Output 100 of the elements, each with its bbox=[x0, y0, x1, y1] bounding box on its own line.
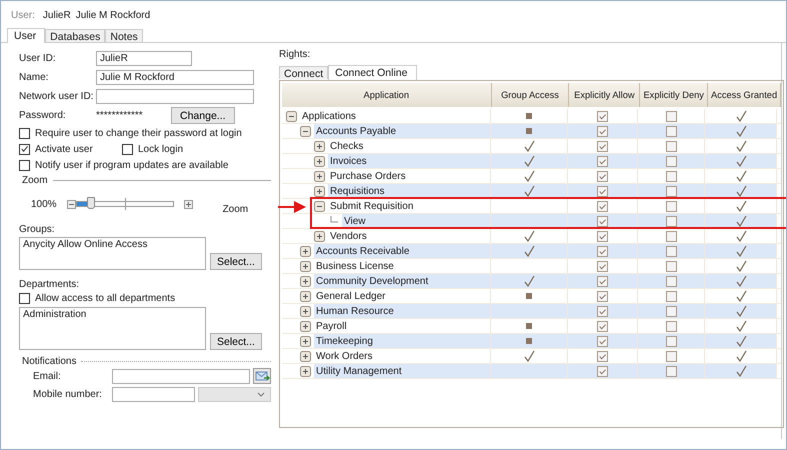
column-header[interactable]: Access Granted bbox=[708, 83, 781, 107]
zoom-out-icon[interactable] bbox=[66, 200, 76, 208]
expand-icon[interactable] bbox=[314, 230, 325, 242]
checkbox[interactable] bbox=[597, 366, 608, 376]
tab[interactable]: Connect bbox=[279, 66, 328, 79]
tree-item[interactable]: Submit Requisition bbox=[328, 199, 490, 213]
user-id-field[interactable]: JulieR bbox=[96, 51, 192, 66]
tree-item[interactable]: Work Orders bbox=[314, 349, 490, 363]
tree-item[interactable]: Payroll bbox=[314, 319, 490, 333]
expand-icon[interactable] bbox=[314, 140, 325, 152]
expand-icon[interactable] bbox=[300, 336, 311, 346]
checkbox[interactable] bbox=[597, 230, 608, 242]
tree-item[interactable]: Community Development bbox=[314, 274, 490, 288]
tree-item[interactable]: Business License bbox=[314, 259, 490, 273]
checkbox[interactable] bbox=[666, 186, 676, 196]
checkbox[interactable] bbox=[597, 306, 608, 316]
checkbox[interactable] bbox=[666, 126, 676, 136]
select-button[interactable]: Select... bbox=[210, 333, 262, 350]
column-header[interactable]: Application bbox=[282, 83, 492, 107]
tree-item[interactable]: Vendors bbox=[328, 229, 490, 243]
tree-item[interactable]: Purchase Orders bbox=[328, 169, 490, 183]
checkbox[interactable] bbox=[597, 320, 608, 332]
checkbox[interactable] bbox=[666, 230, 676, 242]
checkbox[interactable] bbox=[19, 160, 30, 170]
name-field[interactable]: Julie M Rockford bbox=[96, 70, 254, 85]
column-header[interactable]: Group Access bbox=[492, 83, 570, 107]
checkbox[interactable] bbox=[666, 336, 676, 346]
checkbox[interactable] bbox=[666, 320, 676, 332]
expand-icon[interactable] bbox=[300, 306, 311, 316]
tree-item[interactable]: Checks bbox=[328, 139, 490, 153]
tree-item[interactable]: Applications bbox=[300, 109, 490, 123]
checkbox[interactable] bbox=[666, 200, 676, 212]
checkbox[interactable] bbox=[666, 276, 676, 286]
checkbox[interactable] bbox=[666, 260, 676, 272]
checkbox[interactable] bbox=[666, 246, 676, 256]
expand-icon[interactable] bbox=[300, 260, 311, 272]
column-header[interactable]: Explicitly Allow bbox=[569, 83, 640, 107]
change-button[interactable]: Change... bbox=[171, 107, 235, 124]
tree-item[interactable]: View bbox=[342, 214, 490, 228]
checkbox[interactable] bbox=[597, 156, 608, 166]
collapse-icon[interactable] bbox=[300, 126, 311, 136]
checkbox[interactable] bbox=[666, 216, 676, 226]
checkbox[interactable] bbox=[597, 170, 608, 182]
expand-icon[interactable] bbox=[300, 276, 311, 286]
tab[interactable]: Databases bbox=[45, 29, 106, 42]
envelope-icon[interactable] bbox=[253, 368, 271, 384]
zoom-in-icon[interactable] bbox=[184, 200, 193, 208]
checkbox[interactable] bbox=[666, 306, 676, 316]
tab[interactable]: Notes bbox=[105, 29, 143, 42]
expand-icon[interactable] bbox=[314, 186, 325, 196]
checkbox[interactable] bbox=[666, 170, 676, 182]
select-button[interactable]: Select... bbox=[210, 253, 262, 270]
checkbox[interactable] bbox=[597, 110, 608, 122]
checkbox[interactable] bbox=[666, 140, 676, 152]
checkbox[interactable] bbox=[19, 293, 30, 304]
checkbox[interactable] bbox=[597, 290, 608, 302]
collapse-icon[interactable] bbox=[286, 110, 297, 122]
slider-thumb[interactable] bbox=[86, 197, 95, 209]
tree-item[interactable]: General Ledger bbox=[314, 289, 490, 303]
checkbox[interactable] bbox=[666, 366, 676, 376]
tree-item[interactable]: Utility Management bbox=[314, 364, 490, 378]
checkbox[interactable] bbox=[597, 350, 608, 362]
checkbox[interactable] bbox=[666, 290, 676, 302]
checkbox[interactable] bbox=[19, 144, 30, 154]
expand-icon[interactable] bbox=[300, 366, 311, 376]
tree-item[interactable]: Accounts Payable bbox=[314, 124, 490, 138]
checkbox[interactable] bbox=[597, 140, 608, 152]
checkbox[interactable] bbox=[597, 246, 608, 256]
checkbox[interactable] bbox=[597, 276, 608, 286]
checkbox[interactable] bbox=[597, 260, 608, 272]
email-field[interactable] bbox=[112, 368, 250, 384]
checkbox[interactable] bbox=[666, 350, 676, 362]
tree-item[interactable]: Invoices bbox=[328, 154, 490, 168]
checkbox[interactable] bbox=[122, 144, 133, 154]
tree-item[interactable]: Requisitions bbox=[328, 184, 490, 198]
tree-item[interactable]: Timekeeping bbox=[314, 334, 490, 348]
departments-list[interactable]: Administration bbox=[19, 307, 206, 350]
expand-icon[interactable] bbox=[300, 320, 311, 332]
tab[interactable]: User bbox=[7, 28, 46, 43]
checkbox[interactable] bbox=[597, 126, 608, 136]
tab[interactable]: Connect Online bbox=[328, 65, 416, 80]
tree-item[interactable]: Accounts Receivable bbox=[314, 244, 490, 258]
list-item[interactable]: Administration bbox=[23, 309, 202, 320]
expand-icon[interactable] bbox=[300, 350, 311, 362]
mobile-number-field[interactable] bbox=[112, 386, 196, 402]
column-header[interactable]: Explicitly Deny bbox=[640, 83, 708, 107]
network-user-id-field[interactable] bbox=[96, 89, 254, 104]
tree-item[interactable]: Human Resource bbox=[314, 304, 490, 318]
checkbox[interactable] bbox=[666, 110, 676, 122]
collapse-icon[interactable] bbox=[314, 200, 325, 212]
checkbox[interactable] bbox=[597, 336, 608, 346]
expand-icon[interactable] bbox=[300, 290, 311, 302]
list-item[interactable]: Anycity Allow Online Access bbox=[23, 239, 202, 250]
checkbox[interactable] bbox=[19, 128, 30, 138]
groups-list[interactable]: Anycity Allow Online Access bbox=[19, 237, 206, 270]
checkbox[interactable] bbox=[597, 216, 608, 226]
checkbox[interactable] bbox=[597, 200, 608, 212]
checkbox[interactable] bbox=[597, 186, 608, 196]
checkbox[interactable] bbox=[666, 156, 676, 166]
expand-icon[interactable] bbox=[314, 170, 325, 182]
